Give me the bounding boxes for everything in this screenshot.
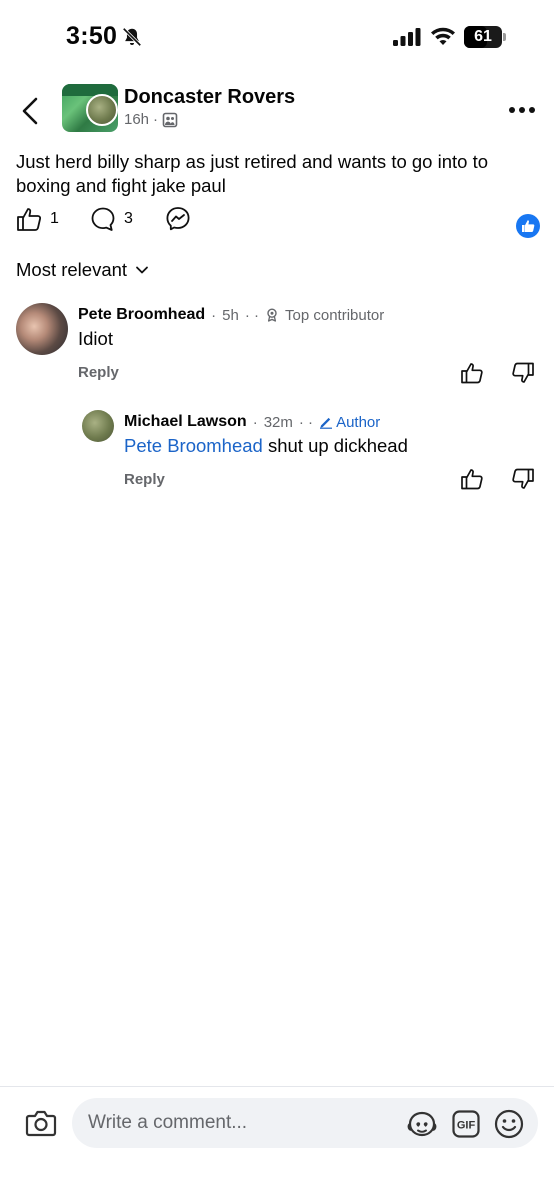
gif-label: GIF bbox=[457, 1120, 476, 1132]
upvote-icon[interactable] bbox=[460, 361, 484, 385]
back-icon[interactable] bbox=[18, 96, 44, 126]
messenger-icon bbox=[166, 207, 190, 231]
emoji-icon[interactable] bbox=[494, 1109, 524, 1139]
comment-text: Idiot bbox=[78, 328, 113, 349]
post-age: 16h bbox=[124, 111, 150, 128]
post-text: Just herd billy sharp as just retired an… bbox=[16, 151, 489, 196]
comment-body: Pete Broomhead · 5h · · Top contributor … bbox=[78, 306, 384, 350]
downvote-icon[interactable] bbox=[511, 467, 535, 491]
comment-icon bbox=[91, 207, 115, 231]
status-bar: 3:50 61 bbox=[0, 0, 554, 76]
upvote-icon[interactable] bbox=[460, 467, 484, 491]
avatar[interactable] bbox=[82, 410, 114, 442]
group-name[interactable]: Doncaster Rovers bbox=[124, 86, 295, 109]
comment-separator: · bbox=[211, 306, 217, 324]
group-avatar-banner bbox=[62, 84, 118, 96]
top-contributor-badge: Top contributor bbox=[285, 306, 385, 324]
comment-text-body: shut up dickhead bbox=[267, 435, 408, 456]
downvote-icon[interactable] bbox=[511, 361, 535, 385]
battery-level: 61 bbox=[474, 28, 492, 45]
meta-separator: · bbox=[153, 111, 159, 128]
comment-composer: Write a comment... GIF bbox=[0, 1086, 554, 1200]
sort-dropdown[interactable]: Most relevant bbox=[16, 259, 149, 281]
comment-count: 3 bbox=[124, 210, 133, 227]
poster-avatar[interactable] bbox=[86, 94, 118, 126]
messenger-share-button[interactable] bbox=[165, 206, 191, 232]
pencil-icon bbox=[320, 417, 333, 429]
post-actions: 1 3 bbox=[0, 206, 554, 246]
sort-label: Most relevant bbox=[16, 259, 128, 280]
avatar-sticker-icon[interactable] bbox=[406, 1110, 438, 1138]
thumbs-up-icon bbox=[17, 208, 42, 231]
avatar[interactable] bbox=[16, 303, 68, 355]
chevron-down-icon bbox=[136, 266, 148, 274]
gif-icon[interactable]: GIF bbox=[452, 1110, 480, 1138]
like-count: 1 bbox=[50, 210, 59, 227]
author-badge-label: Author bbox=[336, 413, 381, 431]
comment-input-placeholder: Write a comment... bbox=[88, 1112, 248, 1133]
reply-button[interactable]: Reply bbox=[78, 364, 119, 381]
signal-icon bbox=[393, 28, 421, 46]
top-contributor-icon bbox=[267, 308, 277, 322]
comment-author[interactable]: Michael Lawson bbox=[124, 413, 247, 431]
bell-off-icon bbox=[122, 27, 142, 47]
battery-icon: 61 bbox=[464, 26, 506, 48]
comment-input[interactable]: Write a comment... GIF bbox=[72, 1098, 538, 1148]
camera-icon[interactable] bbox=[25, 1109, 57, 1137]
like-button[interactable]: 1 bbox=[16, 206, 59, 232]
mention-link[interactable]: Pete Broomhead bbox=[124, 435, 263, 456]
post-header: Doncaster Rovers 16h · bbox=[0, 76, 554, 142]
post-meta: 16h · bbox=[124, 111, 178, 128]
comment-button[interactable]: 3 bbox=[90, 206, 133, 232]
comment-header: Michael Lawson · 32m · · Author bbox=[124, 413, 408, 431]
comment-age: 32m bbox=[263, 413, 293, 431]
comment-dots: · · bbox=[298, 413, 314, 431]
like-reaction-badge[interactable] bbox=[516, 214, 540, 238]
comment-text: Pete Broomhead shut up dickhead bbox=[124, 435, 408, 457]
reply-button[interactable]: Reply bbox=[124, 471, 165, 488]
comment-dots: · · bbox=[244, 306, 259, 324]
author-badge: Author bbox=[319, 414, 380, 431]
wifi-icon bbox=[431, 27, 455, 45]
status-time: 3:50 bbox=[66, 22, 118, 50]
comment-header: Pete Broomhead · 5h · · Top contributor bbox=[78, 306, 384, 324]
comment-body: Michael Lawson · 32m · · Author Pete Bro… bbox=[124, 413, 408, 457]
comment-age: 5h bbox=[222, 306, 239, 324]
battery-cap bbox=[503, 33, 506, 41]
comment-separator: · bbox=[252, 413, 258, 431]
like-reaction-icon bbox=[522, 220, 535, 233]
more-options-icon[interactable] bbox=[508, 106, 536, 114]
comment-author[interactable]: Pete Broomhead bbox=[78, 306, 205, 324]
group-icon bbox=[162, 112, 178, 127]
